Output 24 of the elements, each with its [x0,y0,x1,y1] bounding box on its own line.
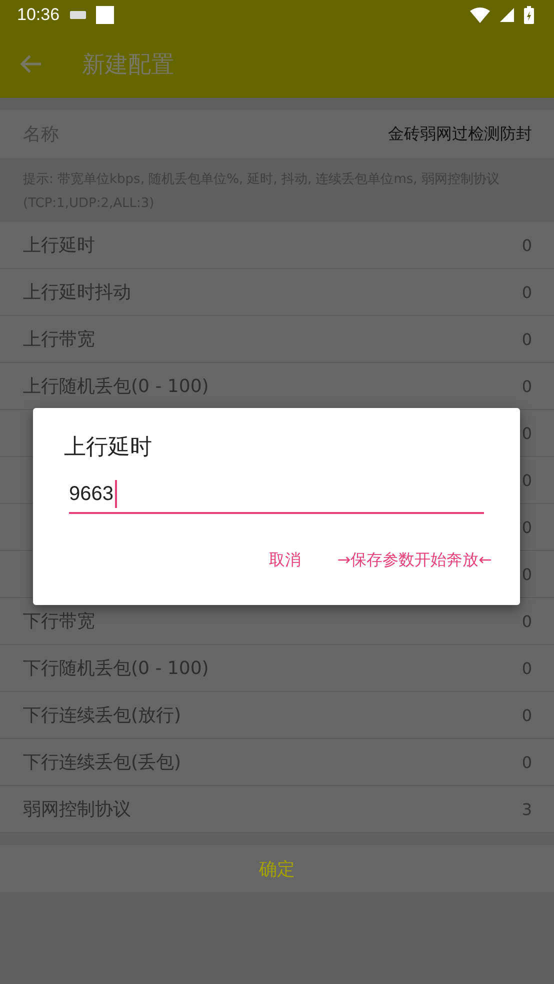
name-value[interactable]: 金砖弱网过检测防封 [388,124,532,144]
save-button[interactable]: →保存参数开始奔放← [337,546,492,575]
back-arrow-icon[interactable] [20,54,42,74]
parameter-label: 上行延时 [23,234,95,257]
wifi-icon [470,7,490,23]
text-cursor-icon [114,480,116,508]
parameter-label: 上行延时抖动 [23,281,131,304]
parameter-label: 弱网控制协议 [23,798,131,821]
battery-icon [524,6,534,24]
parameter-label: 上行带宽 [23,328,95,351]
parameter-label: 下行连续丢包(丢包) [23,751,182,774]
confirm-button[interactable]: 确定 [0,845,554,892]
dialog-title: 上行延时 [64,434,153,462]
keyboard-icon [70,11,86,19]
notification-icon [96,6,114,24]
screen-title: 新建配置 [82,50,174,80]
parameter-label: 上行随机丢包(0 - 100) [23,375,209,398]
parameter-label: 下行连续丢包(放行) [23,704,182,727]
signal-icon [500,8,514,22]
status-time: 10:36 [17,5,60,25]
parameter-label: 下行带宽 [23,610,95,633]
parameter-label: 下行随机丢包(0 - 100) [23,657,209,680]
input-field[interactable]: 9663 [69,476,484,514]
cancel-button[interactable]: 取消 [269,546,302,575]
